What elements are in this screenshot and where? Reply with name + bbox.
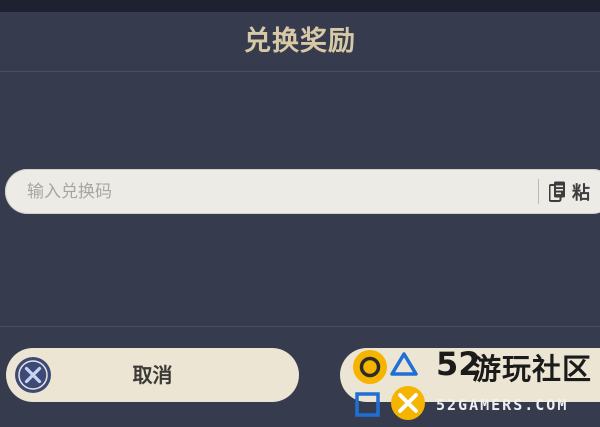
clipboard-icon bbox=[549, 181, 565, 202]
paste-separator bbox=[538, 179, 539, 204]
dialog-title: 兑换奖励 bbox=[244, 26, 356, 57]
watermark-site: 52GAMERS.COM bbox=[436, 396, 569, 414]
redeem-code-input[interactable] bbox=[27, 169, 527, 214]
redeem-code-field[interactable]: 粘 bbox=[5, 169, 600, 214]
cancel-label: 取消 bbox=[132, 363, 173, 387]
watermark-name: 游玩社区 bbox=[472, 352, 593, 386]
title-divider bbox=[0, 71, 600, 72]
footer-divider bbox=[0, 326, 600, 327]
paste-button[interactable]: 粘 bbox=[549, 169, 590, 214]
top-strip bbox=[0, 0, 600, 12]
cancel-button[interactable]: 取消 bbox=[6, 348, 299, 402]
paste-label: 粘 bbox=[572, 182, 590, 204]
playstation-buttons-icon bbox=[353, 350, 425, 420]
watermark-logo: 52 游玩社区 52GAMERS.COM bbox=[350, 344, 600, 424]
